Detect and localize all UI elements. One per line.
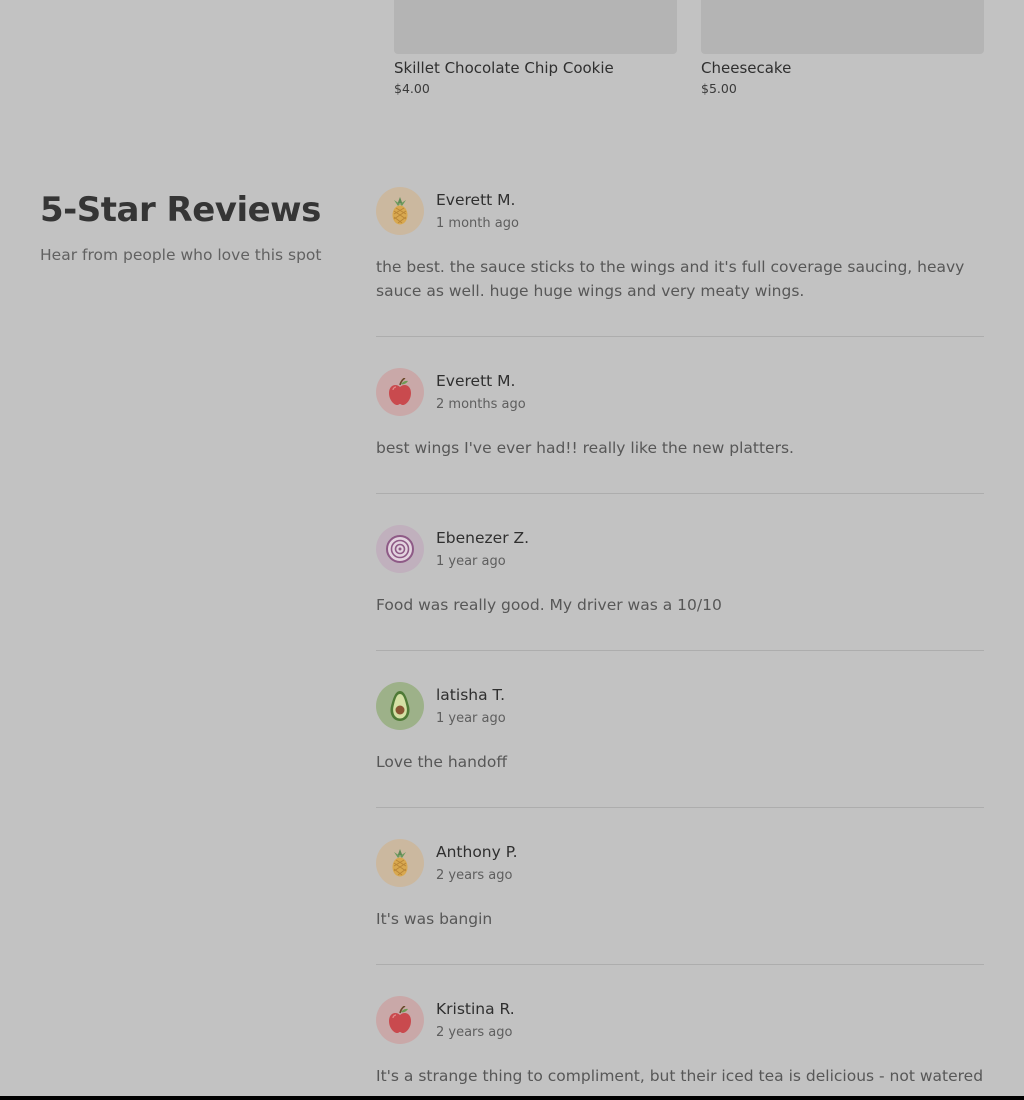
- reviewer-name: Anthony P.: [436, 843, 518, 861]
- reviewer-name: Everett M.: [436, 372, 516, 390]
- avocado-icon: [376, 682, 424, 730]
- review-text: It's was bangin: [376, 910, 493, 928]
- apple-icon: [376, 368, 424, 416]
- store-page: Skillet Chocolate Chip Cookie $4.00 Chee…: [0, 0, 1024, 1096]
- product-price: $5.00: [701, 81, 737, 96]
- product-image[interactable]: [701, 0, 984, 54]
- review-item: latisha T. 1 year ago Love the handoff: [376, 682, 984, 807]
- review-item: Everett M. 1 month ago the best. the sau…: [376, 187, 984, 337]
- review-text: Love the handoff: [376, 753, 507, 771]
- divider: [376, 336, 984, 337]
- divider: [376, 493, 984, 494]
- review-item: Everett M. 2 months ago best wings I've …: [376, 368, 984, 493]
- reviewer-name: Kristina R.: [436, 1000, 515, 1018]
- onion-icon: [376, 525, 424, 573]
- product-price: $4.00: [394, 81, 430, 96]
- review-date: 2 months ago: [436, 397, 526, 412]
- apple-icon: [376, 996, 424, 1044]
- review-date: 2 years ago: [436, 1025, 513, 1040]
- review-text: It's a strange thing to compliment, but …: [376, 1067, 984, 1085]
- reviews-subtitle: Hear from people who love this spot: [40, 246, 322, 264]
- review-text: best wings I've ever had!! really like t…: [376, 439, 794, 457]
- review-date: 1 year ago: [436, 711, 506, 726]
- review-item: Kristina R. 2 years ago It's a strange t…: [376, 996, 984, 1096]
- review-text: Food was really good. My driver was a 10…: [376, 596, 722, 614]
- review-item: Anthony P. 2 years ago It's was bangin: [376, 839, 984, 964]
- product-card[interactable]: Skillet Chocolate Chip Cookie $4.00: [394, 0, 677, 97]
- review-date: 1 month ago: [436, 216, 519, 231]
- pineapple-icon: [376, 187, 424, 235]
- review-text: the best. the sauce sticks to the wings …: [376, 258, 965, 300]
- reviews-title: 5-Star Reviews: [40, 190, 321, 230]
- reviewer-name: Ebenezer Z.: [436, 529, 530, 547]
- divider: [376, 807, 984, 808]
- product-name[interactable]: Cheesecake: [701, 59, 984, 77]
- divider: [376, 650, 984, 651]
- product-image[interactable]: [394, 0, 677, 54]
- divider: [376, 964, 984, 965]
- product-name[interactable]: Skillet Chocolate Chip Cookie: [394, 59, 677, 77]
- review-item: Ebenezer Z. 1 year ago Food was really g…: [376, 525, 984, 650]
- review-date: 1 year ago: [436, 554, 506, 569]
- reviewer-name: latisha T.: [436, 686, 506, 704]
- review-date: 2 years ago: [436, 868, 513, 883]
- reviewer-name: Everett M.: [436, 191, 516, 209]
- product-card[interactable]: Cheesecake $5.00: [701, 0, 984, 97]
- pineapple-icon: [376, 839, 424, 887]
